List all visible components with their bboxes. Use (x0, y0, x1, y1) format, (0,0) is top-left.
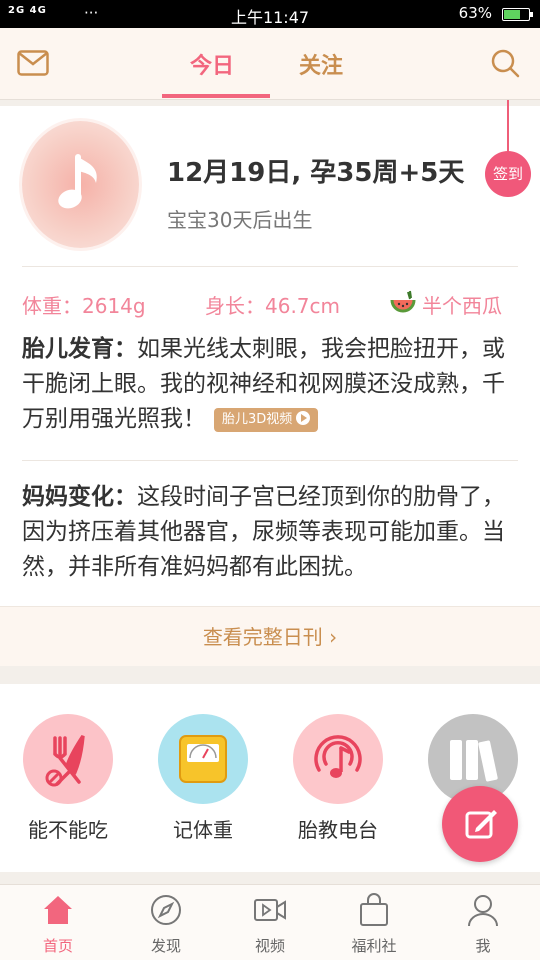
daily-card: 12月19日, 孕35周+5天 宝宝30天后出生 体重：2614g 身长：46.… (0, 106, 540, 666)
top-header: 今日 关注 (0, 28, 540, 100)
tool-record-weight[interactable]: 记体重 (138, 714, 268, 843)
compass-icon (151, 895, 181, 925)
nav-label: 首页 (42, 937, 73, 955)
mom-changes-text: 妈妈变化：这段时间子宫已经顶到你的肋骨了，因为挤压着其他器官，尿频等表现可能加重… (22, 480, 512, 585)
tool-label: 记体重 (173, 818, 233, 842)
tab-active-indicator (162, 94, 270, 98)
nav-label: 我 (475, 937, 491, 955)
view-full-journal-link[interactable]: 查看完整日刊 › (0, 606, 540, 666)
divider (22, 460, 518, 461)
status-bar: 2G 4G ··· 上午11:47 63% (0, 0, 540, 28)
nav-label: 福利社 (351, 937, 397, 955)
nav-video[interactable]: 视频 (230, 893, 310, 956)
fetal-development-text: 胎儿发育：如果光线太刺眼，我会把脸扭开，或干脆闭上眼。我的视神经和视网膜还没成熟… (22, 332, 512, 437)
watermelon-icon (390, 290, 416, 313)
compose-fab[interactable] (442, 786, 518, 862)
fetal-3d-video-button[interactable]: 胎儿3D视频 (214, 407, 319, 432)
edit-icon (465, 810, 497, 839)
fetal-development-title: 胎儿发育： (22, 336, 137, 362)
tab-follow[interactable]: 关注 (299, 48, 343, 80)
radio-icon (293, 714, 383, 804)
nav-discover[interactable]: 发现 (126, 893, 206, 956)
fetal-weight: 体重：2614g (22, 294, 146, 318)
video-icon (254, 899, 286, 921)
tool-label: 胎教电台 (298, 818, 378, 842)
mail-icon[interactable] (17, 50, 49, 76)
nav-home[interactable]: 首页 (18, 893, 98, 956)
scale-icon (158, 714, 248, 804)
user-icon (468, 895, 498, 927)
nav-welfare[interactable]: 福利社 (334, 893, 414, 956)
pregnancy-date-title: 12月19日, 孕35周+5天 (167, 158, 465, 188)
music-note-icon (58, 154, 97, 209)
mom-changes-title: 妈妈变化： (22, 484, 137, 510)
birth-countdown: 宝宝30天后出生 (167, 208, 313, 232)
signin-string (507, 100, 509, 152)
fetus-avatar[interactable] (22, 121, 139, 248)
nav-label: 发现 (150, 937, 181, 955)
battery-percent: 63% (458, 4, 492, 22)
fork-knife-icon (23, 714, 113, 804)
bag-icon (360, 893, 388, 926)
home-icon (44, 896, 72, 924)
battery-icon (502, 8, 533, 21)
nav-label: 视频 (254, 937, 285, 955)
search-icon[interactable] (490, 48, 520, 78)
tab-today[interactable]: 今日 (190, 48, 234, 80)
fetal-length: 身长：46.7cm (205, 294, 341, 318)
nav-me[interactable]: 我 (443, 893, 523, 956)
tool-label: 能不能吃 (28, 818, 108, 842)
bottom-nav: 首页 发现 视频 福利社 我 (0, 884, 540, 960)
tool-can-eat[interactable]: 能不能吃 (3, 714, 133, 843)
signin-button[interactable]: 签到 (485, 151, 531, 197)
play-icon (296, 410, 311, 425)
tool-prenatal-radio[interactable]: 胎教电台 (273, 714, 403, 843)
divider (22, 266, 518, 267)
size-comparison: 半个西瓜 (422, 294, 502, 318)
video-badge-label: 胎儿3D视频 (222, 411, 293, 427)
